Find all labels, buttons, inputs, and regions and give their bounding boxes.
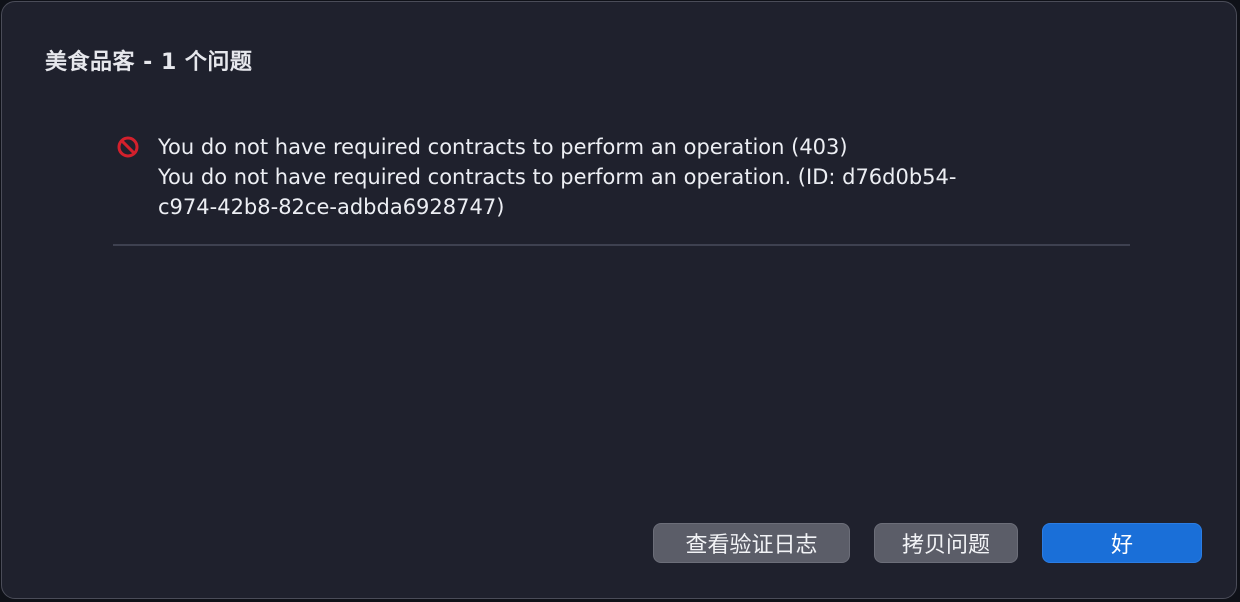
view-verification-log-button[interactable]: 查看验证日志 <box>653 523 850 563</box>
ok-button[interactable]: 好 <box>1042 523 1202 563</box>
error-no-entry-icon <box>117 136 139 158</box>
issue-message: You do not have required contracts to pe… <box>158 132 1058 222</box>
issues-dialog: 美食品客 - 1 个问题 You do not have required co… <box>1 1 1237 599</box>
issue-detail-line-2: c974-42b8-82ce-adbda6928747) <box>158 195 505 219</box>
issue-summary: You do not have required contracts to pe… <box>158 135 848 159</box>
divider <box>113 244 1130 246</box>
issue-detail-line-1: You do not have required contracts to pe… <box>158 165 957 189</box>
dialog-title: 美食品客 - 1 个问题 <box>45 50 253 75</box>
copy-issue-button[interactable]: 拷贝问题 <box>874 523 1018 563</box>
